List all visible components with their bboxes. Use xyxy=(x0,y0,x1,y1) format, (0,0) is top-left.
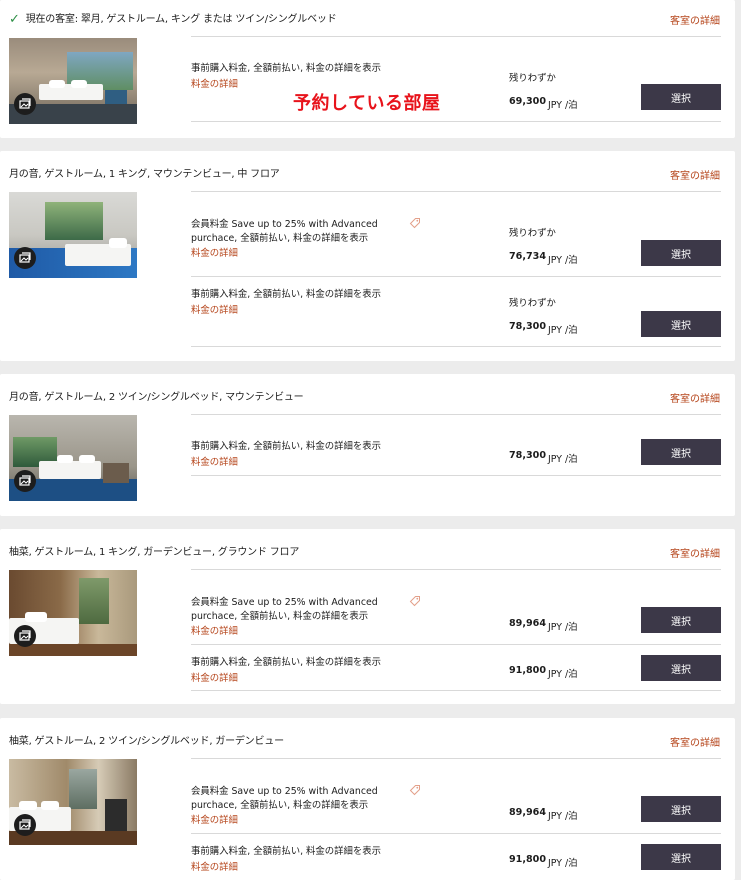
price: 91,800 JPY /泊 xyxy=(509,662,577,680)
price-unit: JPY /泊 xyxy=(548,622,578,633)
room-details-link[interactable]: 客室の詳細 xyxy=(670,167,720,182)
tag-icon xyxy=(409,596,420,607)
price-unit: JPY /泊 xyxy=(548,454,578,465)
rate-name: 事前購入料金, 全額前払い, 料金の詳細を表示 xyxy=(191,289,382,300)
divider xyxy=(191,414,721,415)
availability-note: 残りわずか xyxy=(509,228,556,239)
room-title: 月の音, ゲストルーム, 2 ツイン/シングルベッド, マウンテンビュー xyxy=(9,392,304,403)
photo-gallery-icon[interactable] xyxy=(14,247,36,269)
availability-note: 残りわずか xyxy=(509,298,556,309)
rate-name: 会員料金 Save up to 25% with Advanced xyxy=(191,219,378,230)
divider xyxy=(191,833,721,834)
price: 91,800 JPY /泊 xyxy=(509,851,577,869)
rate-name: 事前購入料金, 全額前払い, 料金の詳細を表示 xyxy=(191,657,382,668)
select-button[interactable]: 選択 xyxy=(641,240,721,266)
room-title: ✓ 現在の客室: 翠月, ゲストルーム, キング または ツイン/シングルベッド xyxy=(9,10,337,27)
select-button[interactable]: 選択 xyxy=(641,311,721,337)
divider xyxy=(191,690,721,691)
price-unit: JPY /泊 xyxy=(548,858,578,869)
rate-details-link[interactable]: 料金の詳細 xyxy=(191,812,238,826)
rate-details-link[interactable]: 料金の詳細 xyxy=(191,670,238,684)
price-unit: JPY /泊 xyxy=(548,669,578,680)
rate-name-line2: purchace, 全額前払い, 料金の詳細を表示 xyxy=(191,800,369,811)
select-button[interactable]: 選択 xyxy=(641,655,721,681)
divider xyxy=(191,36,721,37)
tag-icon xyxy=(409,218,420,229)
rate-details-link[interactable]: 料金の詳細 xyxy=(191,245,238,259)
rate-details-link[interactable]: 料金の詳細 xyxy=(191,859,238,873)
price-amount: 89,964 xyxy=(509,618,547,629)
price-unit: JPY /泊 xyxy=(548,255,578,266)
room-photo[interactable] xyxy=(9,38,137,124)
photo-gallery-icon[interactable] xyxy=(14,625,36,647)
select-button[interactable]: 選択 xyxy=(641,84,721,110)
room-photo[interactable] xyxy=(9,570,137,656)
rate-name: 会員料金 Save up to 25% with Advanced xyxy=(191,786,378,797)
room-photo[interactable] xyxy=(9,415,137,501)
current-room-label: 現在の客室: xyxy=(25,14,81,25)
rate-details-link[interactable]: 料金の詳細 xyxy=(191,302,238,316)
select-button[interactable]: 選択 xyxy=(641,439,721,465)
divider xyxy=(191,475,721,476)
rate-name: 会員料金 Save up to 25% with Advanced xyxy=(191,597,378,608)
room-photo[interactable] xyxy=(9,192,137,278)
price: 78,300 JPY /泊 xyxy=(509,318,577,336)
rate-name: 事前購入料金, 全額前払い, 料金の詳細を表示 xyxy=(191,63,382,74)
price-amount: 91,800 xyxy=(509,854,547,865)
rate-name-line2: purchace, 全額前払い, 料金の詳細を表示 xyxy=(191,233,369,244)
price-amount: 78,300 xyxy=(509,321,547,332)
room-title: 柚菜, ゲストルーム, 2 ツイン/シングルベッド, ガーデンビュー xyxy=(9,736,284,747)
price-unit: JPY /泊 xyxy=(548,325,578,336)
room-details-link[interactable]: 客室の詳細 xyxy=(670,390,720,405)
price: 76,734 JPY /泊 xyxy=(509,248,577,266)
tag-icon xyxy=(409,785,420,796)
rate-name: 事前購入料金, 全額前払い, 料金の詳細を表示 xyxy=(191,846,382,857)
room-title: 柚菜, ゲストルーム, 1 キング, ガーデンビュー, グラウンド フロア xyxy=(9,547,300,558)
rate-name-line2: purchace, 全額前払い, 料金の詳細を表示 xyxy=(191,611,369,622)
price: 78,300 JPY /泊 xyxy=(509,447,577,465)
room-card-current: ✓ 現在の客室: 翠月, ゲストルーム, キング または ツイン/シングルベッド … xyxy=(0,0,735,138)
price: 89,964 JPY /泊 xyxy=(509,615,577,633)
divider xyxy=(191,644,721,645)
price-amount: 69,300 xyxy=(509,96,547,107)
price-amount: 89,964 xyxy=(509,807,547,818)
room-card: 月の音, ゲストルーム, 2 ツイン/シングルベッド, マウンテンビュー 客室の… xyxy=(0,374,735,516)
select-button[interactable]: 選択 xyxy=(641,607,721,633)
room-details-link[interactable]: 客室の詳細 xyxy=(670,12,720,27)
select-button[interactable]: 選択 xyxy=(641,844,721,870)
price: 89,964 JPY /泊 xyxy=(509,804,577,822)
room-photo[interactable] xyxy=(9,759,137,845)
booked-room-annotation: 予約している部屋 xyxy=(293,93,441,114)
photo-gallery-icon[interactable] xyxy=(14,93,36,115)
checkmark-icon: ✓ xyxy=(9,12,20,27)
price-unit: JPY /泊 xyxy=(548,811,578,822)
divider xyxy=(191,276,721,277)
price-amount: 91,800 xyxy=(509,665,547,676)
room-card: 月の音, ゲストルーム, 1 キング, マウンテンビュー, 中 フロア 客室の詳… xyxy=(0,151,735,361)
room-card: 柚菜, ゲストルーム, 2 ツイン/シングルベッド, ガーデンビュー 客室の詳細… xyxy=(0,718,735,880)
price: 69,300 JPY /泊 xyxy=(509,93,577,111)
divider xyxy=(191,569,721,570)
room-name: 翠月, ゲストルーム, キング または ツイン/シングルベッド xyxy=(80,14,337,25)
rate-details-link[interactable]: 料金の詳細 xyxy=(191,454,238,468)
rate-details-link[interactable]: 料金の詳細 xyxy=(191,623,238,637)
availability-note: 残りわずか xyxy=(509,73,556,84)
price-unit: JPY /泊 xyxy=(548,100,578,111)
select-button[interactable]: 選択 xyxy=(641,796,721,822)
rate-name: 事前購入料金, 全額前払い, 料金の詳細を表示 xyxy=(191,441,382,452)
price-amount: 76,734 xyxy=(509,251,547,262)
rate-details-link[interactable]: 料金の詳細 xyxy=(191,76,238,90)
room-details-link[interactable]: 客室の詳細 xyxy=(670,734,720,749)
divider xyxy=(191,346,721,347)
room-card: 柚菜, ゲストルーム, 1 キング, ガーデンビュー, グラウンド フロア 客室… xyxy=(0,529,735,704)
price-amount: 78,300 xyxy=(509,450,547,461)
room-details-link[interactable]: 客室の詳細 xyxy=(670,545,720,560)
divider xyxy=(191,758,721,759)
room-title: 月の音, ゲストルーム, 1 キング, マウンテンビュー, 中 フロア xyxy=(9,169,280,180)
divider xyxy=(191,191,721,192)
photo-gallery-icon[interactable] xyxy=(14,470,36,492)
divider xyxy=(191,121,721,122)
photo-gallery-icon[interactable] xyxy=(14,814,36,836)
